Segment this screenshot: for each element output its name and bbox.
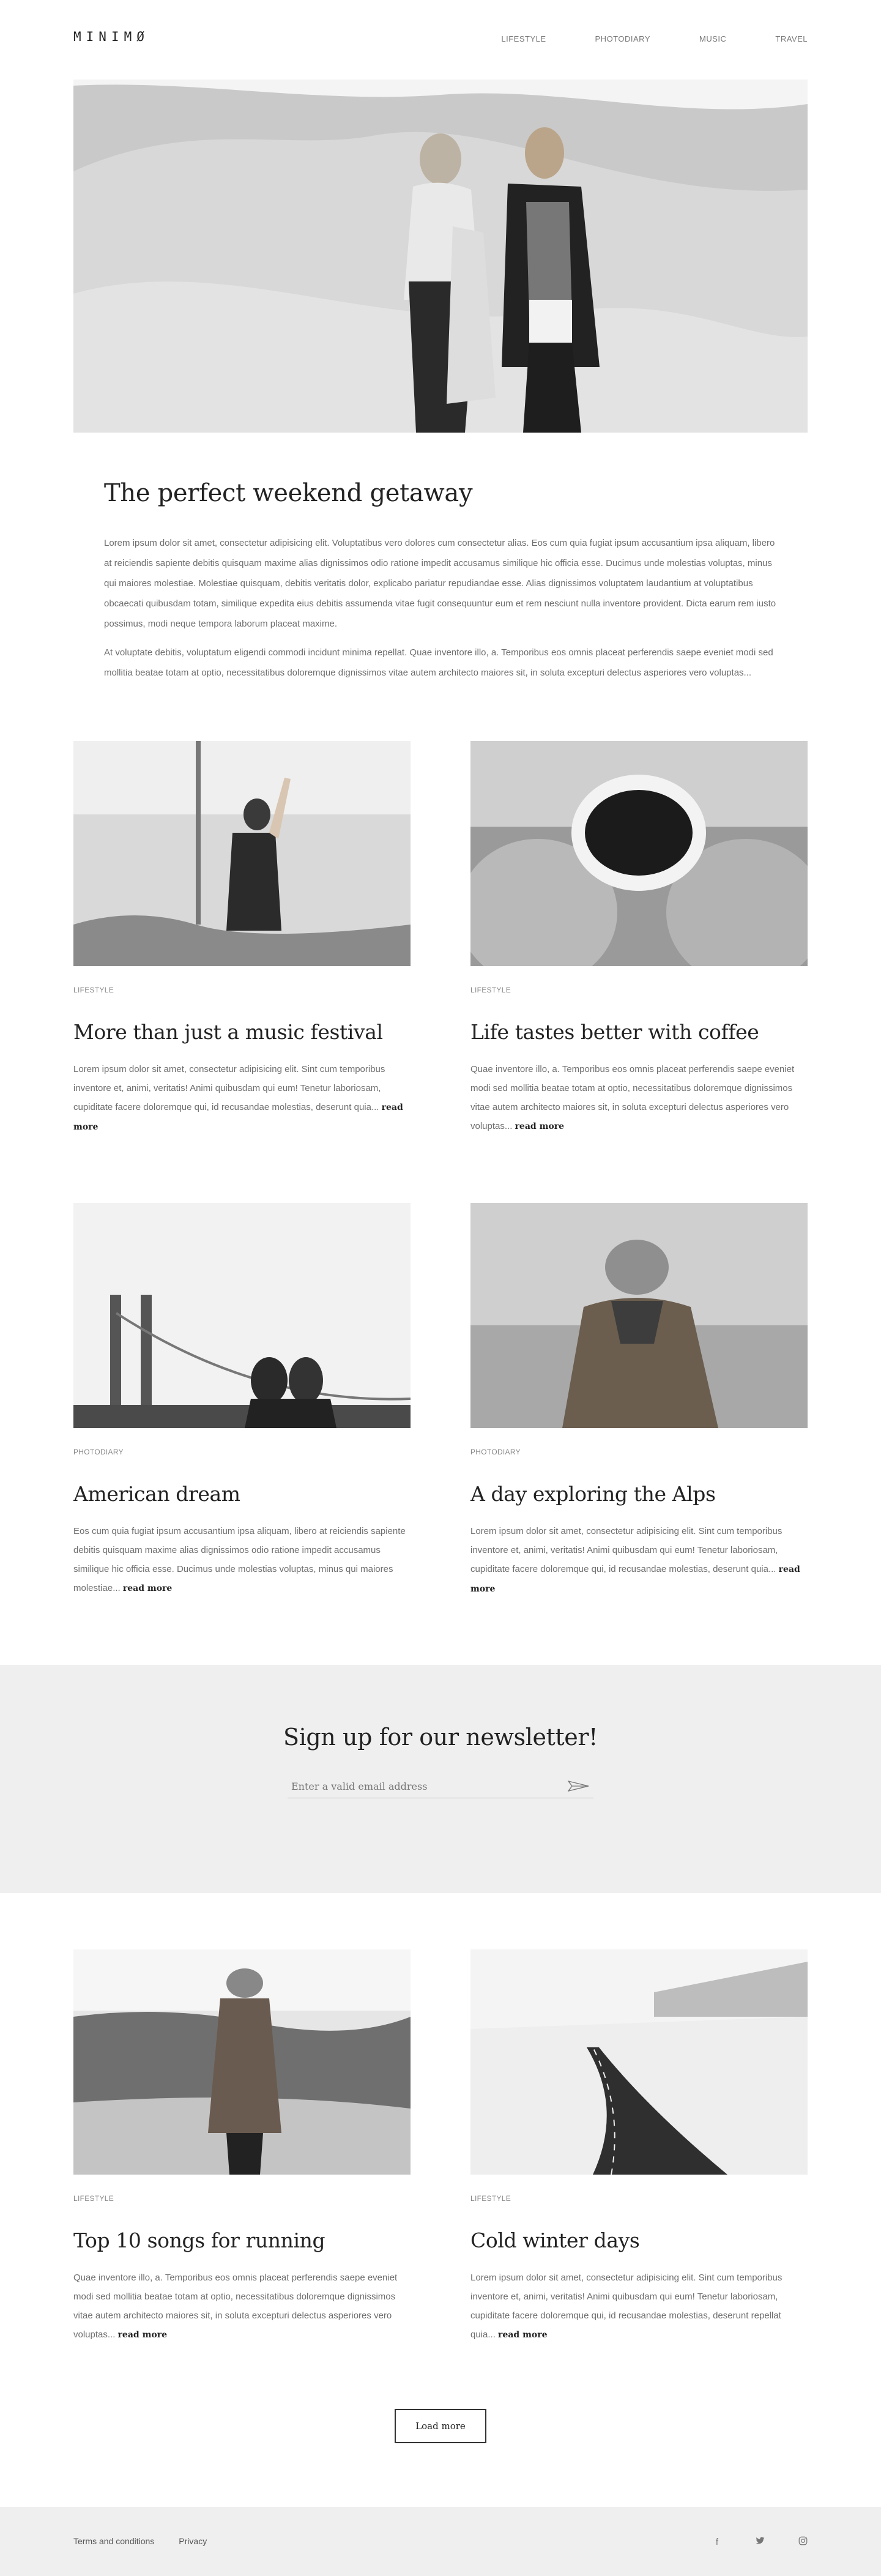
article-excerpt-text: Lorem ipsum dolor sit amet, consectetur … (470, 1526, 782, 1574)
twitter-icon[interactable] (755, 2537, 765, 2547)
article-category[interactable]: LIFESTYLE (470, 986, 808, 994)
load-more-button[interactable]: Load more (395, 2409, 486, 2443)
read-more-link[interactable]: read more (123, 1584, 172, 1593)
article-excerpt-text: Lorem ipsum dolor sit amet, consectetur … (73, 1064, 385, 1112)
article-excerpt: Quae inventore illo, a. Temporibus eos o… (73, 2268, 411, 2345)
site-header: MINIMØ LIFESTYLE PHOTODIARY MUSIC TRAVEL (73, 0, 808, 80)
newsletter-section: Sign up for our newsletter! (0, 1665, 881, 1893)
main-content: The perfect weekend getaway Lorem ipsum … (73, 80, 808, 1599)
hero-image (73, 80, 808, 433)
article-category[interactable]: LIFESTYLE (470, 2194, 808, 2203)
article-image[interactable] (470, 1949, 808, 2175)
article-excerpt: Lorem ipsum dolor sit amet, consectetur … (470, 2268, 808, 2345)
article-title[interactable]: Top 10 songs for running (73, 2228, 411, 2252)
article-title[interactable]: A day exploring the Alps (470, 1482, 808, 1506)
article-category[interactable]: LIFESTYLE (73, 986, 411, 994)
newsletter-form (288, 1775, 593, 1798)
footer-links: Terms and conditions Privacy (73, 2536, 207, 2546)
terms-link[interactable]: Terms and conditions (73, 2536, 154, 2546)
article-image[interactable] (73, 741, 411, 966)
article-card: PHOTODIARY American dream Eos cum quia f… (73, 1203, 411, 1599)
article-card: LIFESTYLE More than just a music festiva… (73, 741, 411, 1137)
email-field[interactable] (288, 1775, 593, 1797)
article-card: LIFESTYLE Cold winter days Lorem ipsum d… (470, 1949, 808, 2345)
nav-travel[interactable]: TRAVEL (775, 34, 808, 43)
read-more-link[interactable]: read more (118, 2330, 167, 2340)
article-image[interactable] (73, 1949, 411, 2175)
article-grid: PHOTODIARY American dream Eos cum quia f… (73, 1203, 808, 1599)
article-excerpt: Quae inventore illo, a. Temporibus eos o… (470, 1060, 808, 1136)
article-card: LIFESTYLE Life tastes better with coffee… (470, 741, 808, 1137)
article-grid: LIFESTYLE Top 10 songs for running Quae … (73, 1949, 808, 2345)
social-links: f (712, 2536, 808, 2548)
article-category[interactable]: PHOTODIARY (470, 1448, 808, 1456)
nav-music[interactable]: MUSIC (699, 34, 726, 43)
featured-paragraph: Lorem ipsum dolor sit amet, consectetur … (104, 538, 776, 629)
article-excerpt: Eos cum quia fugiat ipsum accusantium ip… (73, 1522, 411, 1598)
facebook-icon[interactable]: f (712, 2537, 722, 2547)
article-category[interactable]: PHOTODIARY (73, 1448, 411, 1456)
article-excerpt: Lorem ipsum dolor sit amet, consectetur … (470, 1522, 808, 1599)
featured-title[interactable]: The perfect weekend getaway (104, 479, 778, 507)
load-more-wrapper: Load more (73, 2409, 808, 2443)
article-title[interactable]: Life tastes better with coffee (470, 1020, 808, 1044)
featured-article: The perfect weekend getaway Lorem ipsum … (73, 433, 808, 683)
article-card: LIFESTYLE Top 10 songs for running Quae … (73, 1949, 411, 2345)
site-footer: Terms and conditions Privacy f (0, 2507, 881, 2576)
article-image[interactable] (470, 741, 808, 966)
featured-paragraph: At voluptate debitis, voluptatum eligend… (104, 647, 773, 678)
nav-lifestyle[interactable]: LIFESTYLE (501, 34, 546, 43)
article-grid: LIFESTYLE More than just a music festiva… (73, 741, 808, 1137)
site-logo[interactable]: MINIMØ (73, 29, 149, 44)
instagram-icon[interactable] (798, 2536, 808, 2548)
more-articles: LIFESTYLE Top 10 songs for running Quae … (73, 1949, 808, 2443)
article-title[interactable]: Cold winter days (470, 2228, 808, 2252)
article-category[interactable]: LIFESTYLE (73, 2194, 411, 2203)
article-title[interactable]: American dream (73, 1482, 411, 1506)
main-nav: LIFESTYLE PHOTODIARY MUSIC TRAVEL (501, 34, 808, 43)
article-title[interactable]: More than just a music festival (73, 1020, 411, 1044)
privacy-link[interactable]: Privacy (179, 2536, 207, 2546)
nav-photodiary[interactable]: PHOTODIARY (595, 34, 650, 43)
read-more-link[interactable]: read more (498, 2330, 547, 2340)
read-more-link[interactable]: read more (515, 1122, 564, 1131)
article-image[interactable] (470, 1203, 808, 1428)
article-excerpt: Lorem ipsum dolor sit amet, consectetur … (73, 1060, 411, 1137)
article-card: PHOTODIARY A day exploring the Alps Lore… (470, 1203, 808, 1599)
paper-plane-icon[interactable] (568, 1780, 590, 1792)
article-image[interactable] (73, 1203, 411, 1428)
newsletter-title: Sign up for our newsletter! (283, 1724, 598, 1751)
